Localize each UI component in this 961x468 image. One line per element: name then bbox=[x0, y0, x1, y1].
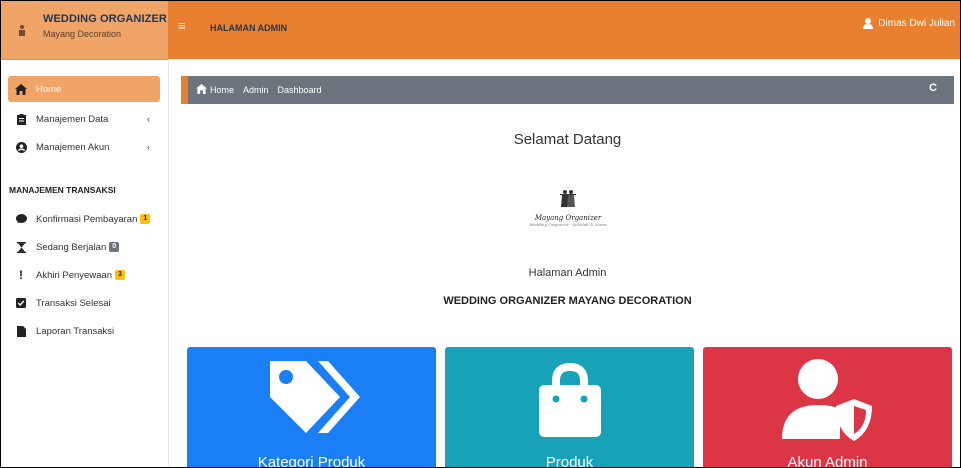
topbar-title: HALAMAN ADMIN bbox=[210, 23, 288, 33]
comment-icon bbox=[12, 214, 30, 224]
brand[interactable]: WEDDING ORGANIZER Mayang Decoration bbox=[1, 1, 168, 60]
card-title: Produk bbox=[545, 454, 594, 468]
breadcrumb-dashboard: Dashboard bbox=[277, 85, 322, 95]
file-icon bbox=[12, 325, 30, 337]
sidebar-item-konfirmasi-pembayaran[interactable]: Konfirmasi Pembayaran 1 bbox=[8, 206, 160, 232]
sidebar-item-label: Manajemen Data bbox=[36, 113, 109, 125]
sidebar-item-transaksi-selesai[interactable]: Transaksi Selesai bbox=[8, 290, 160, 316]
shopping-bag-icon bbox=[538, 362, 601, 437]
sidebar-item-label: Akhiri Penyewaan bbox=[36, 269, 113, 281]
brand-logo-icon bbox=[19, 25, 25, 36]
card-title: Kategori Produk bbox=[257, 454, 366, 468]
sidebar-item-label: Konfirmasi Pembayaran bbox=[36, 213, 138, 225]
welcome-heading: Selamat Datang bbox=[513, 131, 622, 148]
check-square-icon bbox=[12, 298, 30, 308]
user-icon bbox=[863, 18, 874, 29]
exclamation-icon: ! bbox=[19, 268, 23, 282]
card-produk[interactable]: Produk bbox=[445, 347, 694, 468]
sidebar-item-akhiri-penyewaan[interactable]: ! Akhiri Penyewaan 3 bbox=[8, 262, 160, 288]
refresh-icon[interactable]: C bbox=[929, 82, 937, 94]
home-icon bbox=[12, 83, 30, 95]
topbar: ≡ HALAMAN ADMIN Dimas Dwi Julian ▾ bbox=[168, 1, 960, 59]
card-kategori-produk[interactable]: Kategori Produk bbox=[187, 347, 436, 468]
chevron-left-icon: ‹ bbox=[147, 142, 150, 152]
brand-title: WEDDING ORGANIZER bbox=[43, 13, 167, 25]
sidebar-item-sedang-berjalan[interactable]: Sedang Berjalan 0 bbox=[8, 234, 160, 260]
logo-tagline: Wedding Organizer · Sekolah & Acara bbox=[529, 222, 607, 227]
logo-script: Mayang Organizer bbox=[534, 214, 602, 222]
sidebar-item-label: Laporan Transaksi bbox=[36, 325, 115, 337]
hourglass-icon bbox=[12, 241, 30, 253]
sidebar-item-label: Manajemen Akun bbox=[36, 141, 110, 153]
sidebar-item-manajemen-akun[interactable]: Manajemen Akun ‹ bbox=[8, 134, 160, 160]
sidebar-item-label: Transaksi Selesai bbox=[36, 297, 111, 309]
tags-icon bbox=[269, 361, 360, 433]
admin-label: Halaman Admin bbox=[528, 267, 607, 279]
organization-label: WEDDING ORGANIZER MAYANG DECORATION bbox=[443, 295, 692, 307]
clipboard-icon bbox=[12, 113, 30, 125]
sidebar-item-home[interactable]: Home bbox=[8, 76, 160, 102]
home-icon bbox=[196, 83, 207, 97]
sidebar-item-manajemen-data[interactable]: Manajemen Data ‹ bbox=[8, 106, 160, 132]
breadcrumb-admin[interactable]: Admin bbox=[243, 85, 269, 95]
section-title-transaksi: MANAJEMEN TRANSAKSI bbox=[9, 185, 116, 195]
user-name: Dimas Dwi Julian bbox=[878, 18, 955, 29]
user-shield-icon bbox=[781, 359, 872, 441]
sidebar-item-laporan-transaksi[interactable]: Laporan Transaksi bbox=[8, 318, 160, 344]
sidebar-item-label: Home bbox=[36, 83, 62, 95]
sidebar: Home Manajemen Data ‹ Manajemen Akun ‹ M… bbox=[1, 60, 169, 467]
count-badge: 0 bbox=[109, 242, 120, 252]
user-menu[interactable]: Dimas Dwi Julian ▾ bbox=[863, 18, 960, 29]
menu-toggle-icon[interactable]: ≡ bbox=[178, 19, 186, 32]
couple-logo-icon bbox=[560, 190, 576, 207]
app-frame: WEDDING ORGANIZER Mayang Decoration ≡ HA… bbox=[0, 0, 961, 468]
chevron-left-icon: ‹ bbox=[147, 114, 150, 124]
count-badge: 1 bbox=[140, 214, 151, 224]
user-circle-icon bbox=[12, 141, 30, 153]
breadcrumb: Home Admin Dashboard C bbox=[181, 76, 954, 104]
breadcrumb-home[interactable]: Home bbox=[210, 85, 234, 95]
card-akun-admin[interactable]: Akun Admin bbox=[703, 347, 952, 468]
sidebar-item-label: Sedang Berjalan bbox=[36, 241, 107, 253]
card-title: Akun Admin bbox=[787, 454, 868, 468]
count-badge: 3 bbox=[115, 270, 125, 280]
company-logo: Mayang Organizer Wedding Organizer · Sek… bbox=[528, 189, 608, 239]
brand-subtitle: Mayang Decoration bbox=[43, 29, 122, 39]
